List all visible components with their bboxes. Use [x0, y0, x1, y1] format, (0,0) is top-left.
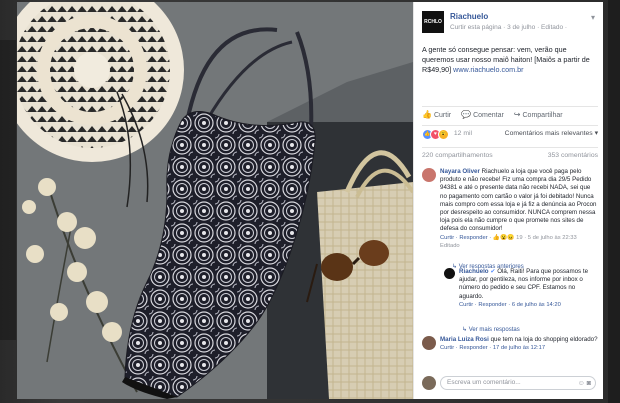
comment-icon: 💬: [461, 110, 472, 119]
comment-input-placeholder: Escreva um comentário...: [447, 379, 521, 386]
comment-action-links[interactable]: Curtir · Responder ·: [440, 235, 493, 241]
comment-actions: Curtir · Responder · 👍😮😠 19 · 5 de julho…: [440, 234, 598, 250]
reactions-summary[interactable]: 👍 ♥ 😮 12 mil Comentários mais relevantes…: [422, 129, 598, 141]
product-photo-illustration: [17, 2, 413, 399]
comment-composer: Escreva um comentário... ☺ ◙: [422, 376, 598, 392]
avatar: [422, 376, 436, 390]
verified-badge-icon: ✔: [490, 268, 496, 275]
comment-body: Nayara Oliver Riachuelo a loja que você …: [440, 168, 598, 250]
comment-actions: Curtir · Responder · 17 de julho às 12:1…: [440, 344, 598, 352]
comment-body: Riachuelo ✔ Olá, Raiti! Para que possamo…: [459, 268, 599, 309]
wow-reaction-icon: 😮: [438, 129, 449, 140]
photo-theater: RCHLO Riachuelo Curtir esta página · 3 d…: [17, 2, 603, 399]
comment-input[interactable]: Escreva um comentário... ☺ ◙: [440, 376, 596, 390]
background-left-edge: [0, 40, 16, 340]
comment-count[interactable]: 353 comentários: [548, 152, 598, 159]
chevron-down-icon[interactable]: ▾: [591, 13, 595, 22]
post-link[interactable]: www.riachuelo.com.br: [453, 65, 523, 74]
edited-label: Editado: [440, 242, 460, 249]
comment-action-links[interactable]: Curtir · Responder · 6 de julho às 14:20: [459, 302, 561, 308]
share-count[interactable]: 220 compartilhamentos: [422, 152, 493, 159]
like-label: Curtir: [433, 112, 452, 119]
commenter-name[interactable]: Nayara Oliver: [440, 168, 480, 175]
comment-label: Comentar: [473, 112, 504, 119]
share-label: Compartilhar: [522, 112, 563, 119]
share-icon: ↪: [513, 110, 521, 119]
more-replies-label: Ver mais respostas: [468, 327, 520, 333]
reaction-count: 12 mil: [453, 130, 473, 137]
divider: [422, 147, 598, 148]
comment-text: que tem na loja do shopping eldorado?: [490, 336, 598, 343]
comment-reaction-count: 19: [516, 234, 523, 241]
comment-text: Riachuelo a loja que você paga pelo prod…: [440, 168, 597, 233]
comments-list: Nayara Oliver Riachuelo a loja que você …: [422, 166, 602, 374]
shares-summary: 220 compartilhamentos 353 comentários: [422, 152, 598, 159]
like-button[interactable]: 👍 Curtir: [422, 110, 451, 124]
avatar[interactable]: [444, 268, 455, 279]
thumbs-up-icon: 👍: [422, 110, 432, 119]
reaction-icons: 👍 ♥ 😮: [422, 129, 449, 140]
post-header: RCHLO Riachuelo Curtir esta página · 3 d…: [422, 11, 597, 39]
emoji-icon[interactable]: ☺ ◙: [578, 378, 591, 390]
comment-sort-dropdown[interactable]: Comentários mais relevantes ▾: [505, 129, 598, 137]
background-right-edge: [608, 0, 620, 403]
post-sidebar: RCHLO Riachuelo Curtir esta página · 3 d…: [413, 2, 603, 399]
share-button[interactable]: ↪ Compartilhar: [514, 110, 563, 124]
commenter-name[interactable]: Riachuelo: [459, 268, 489, 275]
comment-button[interactable]: 💬 Comentar: [461, 110, 504, 124]
comment-time[interactable]: · 5 de julho às 22:33: [524, 235, 577, 241]
post-actions: 👍 Curtir 💬 Comentar ↪ Compartilhar: [422, 110, 598, 124]
comment-body: Maria Luiza Rosi que tem na loja do shop…: [440, 336, 598, 352]
page-name-link[interactable]: Riachuelo: [450, 12, 488, 21]
comment-actions: Curtir · Responder · 6 de julho às 14:20: [459, 301, 599, 309]
post-text: A gente só consegue pensar: vem, verão q…: [422, 45, 598, 75]
commenter-name[interactable]: Maria Luiza Rosi: [440, 336, 489, 343]
divider: [422, 106, 598, 107]
avatar[interactable]: [422, 336, 436, 350]
divider: [422, 125, 598, 126]
comment-action-links[interactable]: Curtir · Responder · 17 de julho às 12:1…: [440, 345, 545, 351]
avatar[interactable]: [422, 168, 436, 182]
post-photo: [17, 2, 413, 399]
more-replies[interactable]: ↳ Ver mais respostas: [462, 318, 603, 336]
more-replies-link[interactable]: ↳ Ver mais respostas: [462, 327, 520, 333]
post-meta[interactable]: Curtir esta página · 3 de julho · Editad…: [450, 24, 567, 31]
reaction-icons: 👍😮😠: [492, 234, 515, 241]
page-logo[interactable]: RCHLO: [422, 11, 444, 33]
